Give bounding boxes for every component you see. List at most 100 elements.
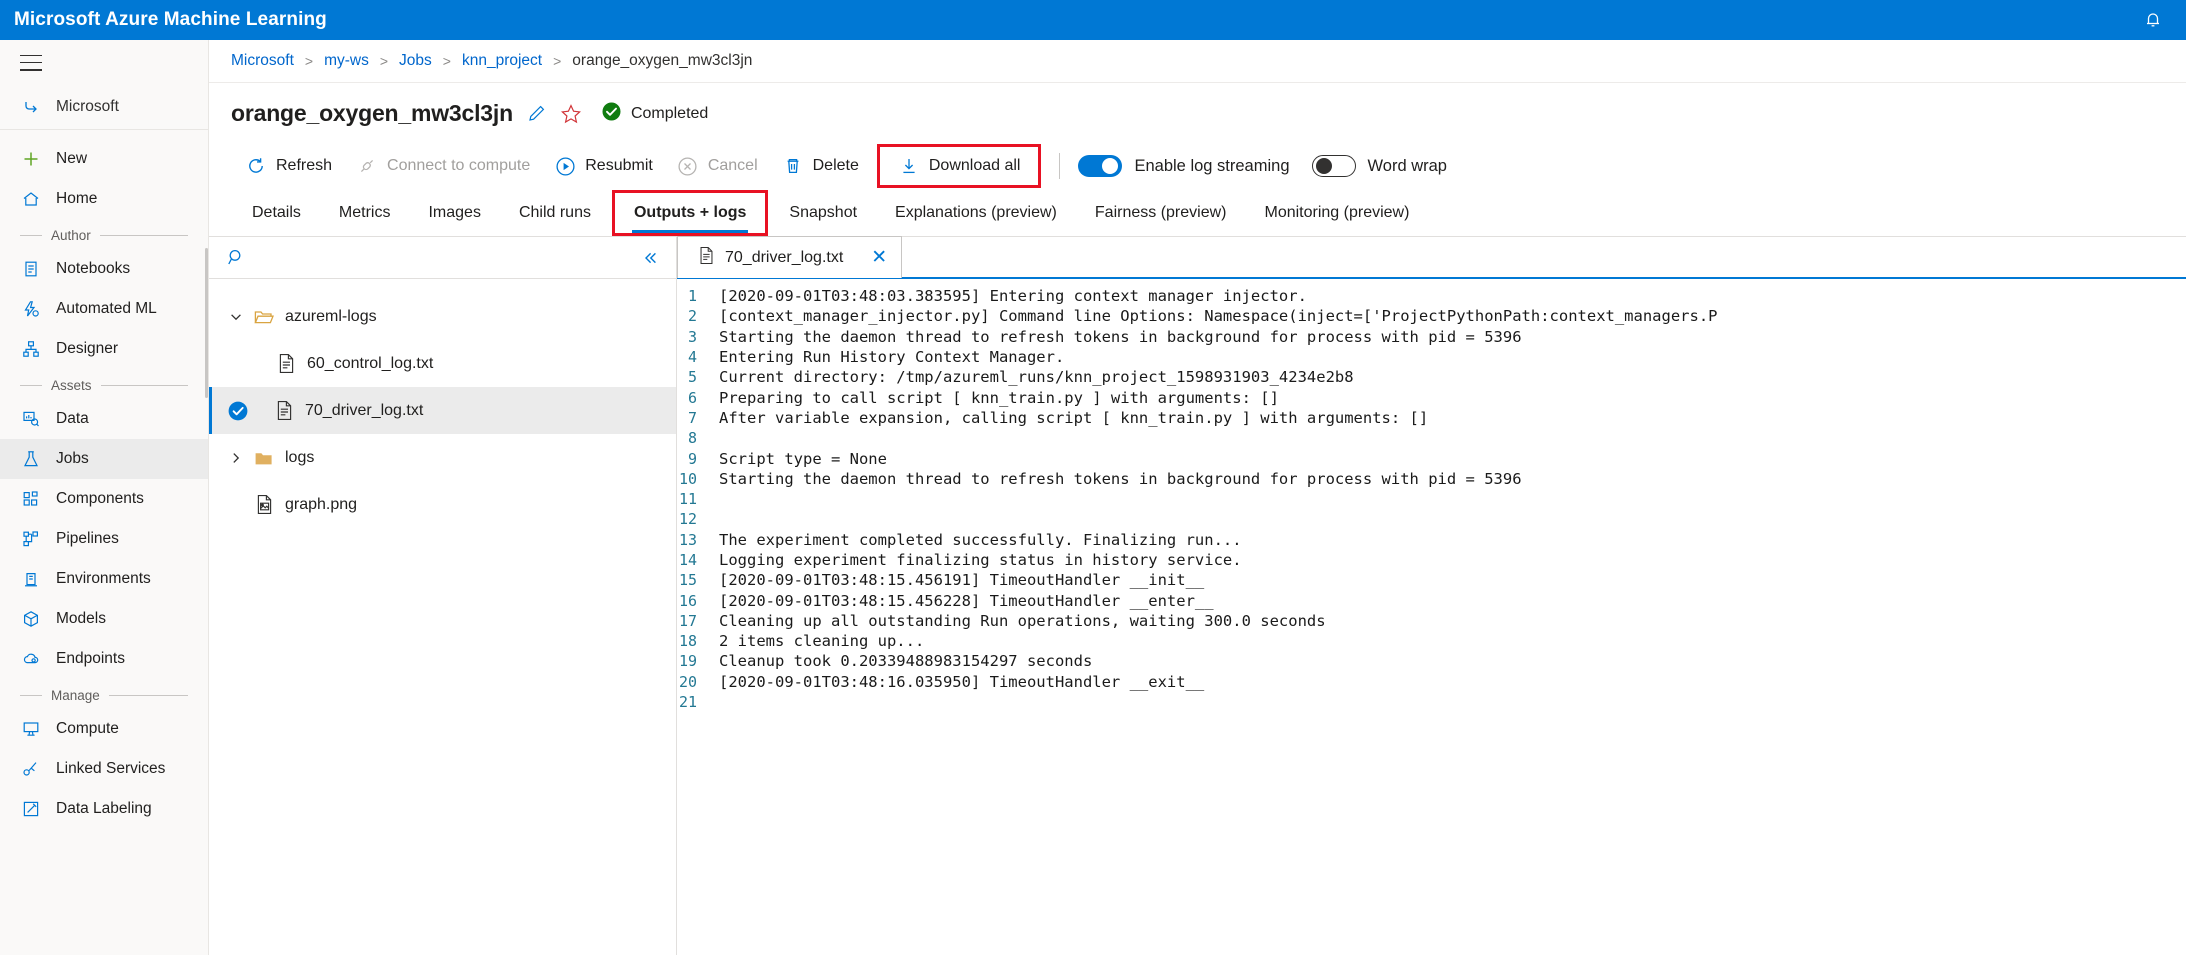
log-line: 9 Script type = None [677,448,2186,468]
line-text: Cleanup took 0.20339488983154297 seconds [719,652,1093,671]
sidebar-item-designer[interactable]: Designer [0,329,208,369]
chevron-down-icon[interactable] [223,309,249,325]
tree-row[interactable]: 60_control_log.txt [209,340,676,387]
check-circle-icon [601,101,622,127]
compute-monitor-icon [20,718,42,740]
line-number: 3 [687,327,697,346]
log-line: 18 2 items cleaning up... [677,631,2186,651]
pencil-icon[interactable] [525,102,548,125]
tab-details[interactable]: Details [233,190,320,236]
tab-fairness[interactable]: Fairness (preview) [1076,190,1246,236]
breadcrumb-item-microsoft[interactable]: Microsoft [231,52,294,70]
line-text: 2 items cleaning up... [719,632,925,651]
star-icon[interactable] [560,102,583,125]
sidebar-item-pipelines[interactable]: Pipelines [0,519,208,559]
line-text: Cleaning up all outstanding Run operatio… [719,611,1326,630]
refresh-button[interactable]: Refresh [233,148,344,184]
breadcrumb-separator: > [304,53,314,69]
search-icon [225,247,247,269]
file-search-row [209,237,676,279]
home-icon [20,188,42,210]
tree-row[interactable]: 70_driver_log.txt [209,387,676,434]
line-text: Starting the daemon thread to refresh to… [719,327,1522,346]
command-label: Cancel [707,157,758,174]
tab-monitoring[interactable]: Monitoring (preview) [1245,190,1428,236]
cancel-button[interactable]: Cancel [665,148,770,184]
close-icon[interactable]: ✕ [853,248,887,267]
breadcrumb-item-jobs[interactable]: Jobs [399,52,432,70]
tab-label: Metrics [338,204,391,221]
breadcrumb-item-knn-project[interactable]: knn_project [462,52,542,70]
divider [20,385,42,386]
chevron-right-icon[interactable] [223,450,249,466]
tree-item-label: 70_driver_log.txt [305,401,424,419]
sidebar-toggle[interactable] [0,40,208,85]
tab-label: Snapshot [789,204,858,221]
divider [20,695,42,696]
connect-to-compute-button[interactable]: Connect to compute [344,148,542,184]
tab-metrics[interactable]: Metrics [320,190,410,236]
line-number: 17 [678,611,697,630]
tab-snapshot[interactable]: Snapshot [770,190,876,236]
log-line: 5 Current directory: /tmp/azureml_runs/kn… [677,367,2186,387]
breadcrumb-item-current: orange_oxygen_mw3cl3jn [572,52,753,69]
sidebar-item-endpoints[interactable]: Endpoints [0,639,208,679]
line-number: 5 [687,368,697,387]
tab-images[interactable]: Images [409,190,499,236]
log-line: 17 Cleaning up all outstanding Run operat… [677,611,2186,631]
resubmit-button[interactable]: Resubmit [542,148,665,184]
sidebar-item-automated-ml[interactable]: Automated ML [0,289,208,329]
double-chevron-left-icon[interactable] [638,246,662,270]
sidebar-item-compute[interactable]: Compute [0,709,208,749]
download-all-button[interactable]: Download all [876,144,1042,188]
sidebar-item-components[interactable]: Components [0,479,208,519]
line-number: 8 [687,429,697,448]
tab-outputs-logs[interactable]: Outputs + logs [611,190,769,236]
sidebar-item-jobs[interactable]: Jobs [0,439,208,479]
line-text: The experiment completed successfully. F… [719,530,1242,549]
sidebar-item-new[interactable]: New [0,139,208,179]
sidebar-item-label: Models [56,610,106,627]
command-label: Delete [812,157,859,174]
line-text: Entering Run History Context Manager. [719,348,1065,367]
search-input[interactable] [247,249,638,266]
sidebar-item-label: Environments [56,570,151,587]
tab-bar: Details Metrics Images Child runs Output… [209,190,2186,237]
sidebar-section-author: Author [0,219,208,249]
hamburger-icon[interactable] [20,54,42,71]
sidebar-item-notebooks[interactable]: Notebooks [0,249,208,289]
tab-label: Child runs [518,204,591,221]
sidebar-item-data-labeling[interactable]: Data Labeling [0,789,208,829]
log-content[interactable]: 1 [2020-09-01T03:48:03.383595] Entering c… [677,279,2186,955]
sidebar-item-data[interactable]: Data [0,399,208,439]
tree-row[interactable]: azureml-logs [209,293,676,340]
section-caption: Manage [51,688,100,703]
sidebar-scrollbar[interactable] [205,248,208,398]
outputs-logs-panel: azureml-logs 60_control_log.txt 70_drive… [209,236,2186,955]
sidebar-item-environments[interactable]: Environments [0,559,208,599]
toggle-switch[interactable] [1311,155,1356,177]
sidebar-item-label: Home [56,190,98,207]
page-title: orange_oxygen_mw3cl3jn [231,100,513,126]
sidebar-item-models[interactable]: Models [0,599,208,639]
sidebar-primary-group: New Home [0,130,208,219]
breadcrumb-item-my-ws[interactable]: my-ws [324,52,369,70]
enable-log-streaming-toggle[interactable]: Enable log streaming [1078,155,1290,177]
bell-icon[interactable] [2142,9,2164,31]
delete-button[interactable]: Delete [770,148,871,184]
tab-explanations[interactable]: Explanations (preview) [876,190,1076,236]
log-line: 1 [2020-09-01T03:48:03.383595] Entering c… [677,286,2186,306]
line-number: 14 [678,551,697,569]
log-viewer-pane: 70_driver_log.txt ✕ 1 [2020-09-01T03:48:0… [677,236,2186,955]
file-tab-70-driver-log[interactable]: 70_driver_log.txt ✕ [677,236,903,278]
word-wrap-toggle[interactable]: Word wrap [1311,155,1447,177]
tree-row[interactable]: graph.png [209,481,676,528]
tree-row[interactable]: logs [209,434,676,481]
tab-child-runs[interactable]: Child runs [500,190,610,236]
sidebar-item-microsoft[interactable]: Microsoft [0,85,208,130]
sidebar: Microsoft New Home Author Notebooks Auto… [0,40,209,955]
sidebar-item-home[interactable]: Home [0,179,208,219]
sidebar-item-label: Components [56,490,144,507]
toggle-switch[interactable] [1078,155,1123,177]
sidebar-item-linked-services[interactable]: Linked Services [0,749,208,789]
